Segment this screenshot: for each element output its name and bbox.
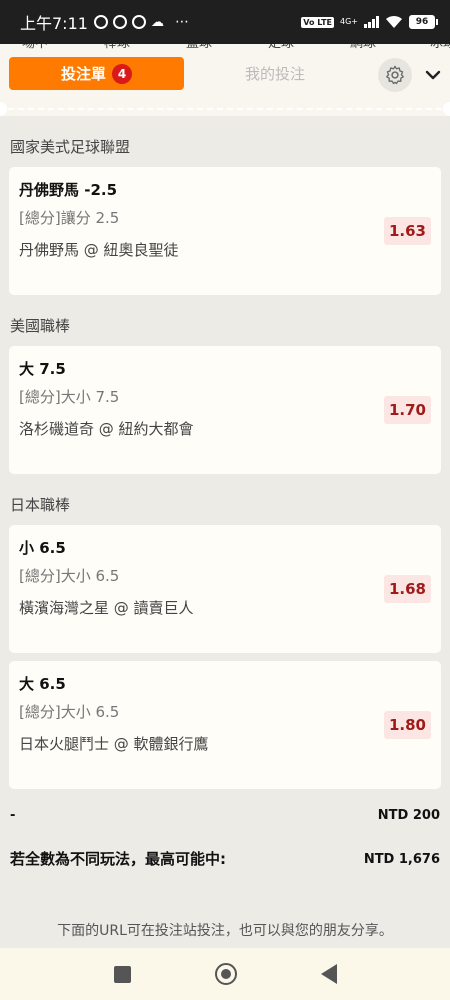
bet-market: [總分]大小 7.5 [19,388,120,406]
bet-pick: 丹佛野馬 -2.5 [19,181,118,199]
bet-slip-header: 投注單 4 我的投注 [0,50,450,102]
chat-icon [131,15,146,29]
league-title: 美國職棒 [10,316,71,335]
wifi-icon [386,15,402,28]
tab-bet-slip[interactable]: 投注單 4 [9,57,184,90]
bet-pick: 大 6.5 [19,675,66,693]
bet-pick: 大 7.5 [19,360,66,378]
settings-button[interactable] [378,58,412,92]
bet-card[interactable]: 丹佛野馬 -2.5 [總分]讓分 2.5 丹佛野馬 @ 紐奧良聖徒 1.63 [9,167,441,295]
volte-icon: Vo LTE [301,16,334,28]
gear-icon [386,65,404,85]
bet-market: [總分]大小 6.5 [19,703,120,721]
odds-badge: 1.70 [383,396,431,424]
odds-badge: 1.80 [383,711,431,739]
max-payout-value: NTD 1,676 [363,851,440,867]
network-type: 4G+ [340,17,358,26]
bet-match: 洛杉磯道奇 @ 紐約大都會 [19,420,194,438]
odds-badge: 1.68 [383,575,431,603]
bet-pick: 小 6.5 [19,539,66,557]
bet-count-badge: 4 [112,63,132,84]
league-title: 日本職棒 [10,495,71,514]
max-payout-label: 若全數為不同玩法，最高可能中: [10,850,227,868]
signal-icon [364,16,379,28]
status-time: 上午7:11 [20,14,88,33]
tab-my-bets[interactable]: 我的投注 [190,57,360,90]
notification-icons: ☁ ⋯ [93,14,190,30]
home-icon[interactable] [214,963,237,985]
league-title: 國家美式足球聯盟 [10,137,131,156]
bet-market: [總分]大小 6.5 [19,567,120,585]
alarm-icon [93,15,108,29]
more-notifications-icon: ⋯ [174,14,190,30]
bet-match: 日本火腿鬥士 @ 軟體銀行鷹 [19,735,209,753]
bet-card[interactable]: 大 6.5 [總分]大小 6.5 日本火腿鬥士 @ 軟體銀行鷹 1.80 [9,661,441,789]
system-nav-bar [0,948,450,1000]
stake-label: - [10,808,16,823]
cloud-icon: ☁ [150,14,164,30]
message-icon [112,15,127,29]
ticket-divider [0,102,450,116]
stake-row: - NTD 200 [10,808,440,830]
bet-match: 橫濱海灣之星 @ 讀賣巨人 [19,599,194,617]
chevron-down-icon[interactable] [424,66,442,84]
odds-badge: 1.63 [383,217,431,245]
stake-value: NTD 200 [377,808,440,823]
recent-apps-icon[interactable] [113,965,131,983]
bet-card[interactable]: 小 6.5 [總分]大小 6.5 橫濱海灣之星 @ 讀賣巨人 1.68 [9,525,441,653]
bet-match: 丹佛野馬 @ 紐奧良聖徒 [19,241,179,259]
battery-level: 96 [409,15,435,29]
bet-slip-panel: 投注單 4 我的投注 國家美式足球聯盟 丹佛野馬 -2.5 [總分]讓分 2.5… [0,50,450,950]
bet-market: [總分]讓分 2.5 [19,209,120,227]
tab-bet-slip-label: 投注單 [60,65,106,83]
bet-card[interactable]: 大 7.5 [總分]大小 7.5 洛杉磯道奇 @ 紐約大都會 1.70 [9,346,441,474]
share-hint: 下面的URL可在投注站投注，也可以與您的朋友分享。 [57,923,393,939]
battery-icon: 96 [409,15,438,29]
back-icon[interactable] [320,964,337,984]
max-payout-row: 若全數為不同玩法，最高可能中: NTD 1,676 [10,848,440,870]
status-bar: 上午7:11 ☁ ⋯ Vo LTE 4G+ 96 [0,0,450,44]
